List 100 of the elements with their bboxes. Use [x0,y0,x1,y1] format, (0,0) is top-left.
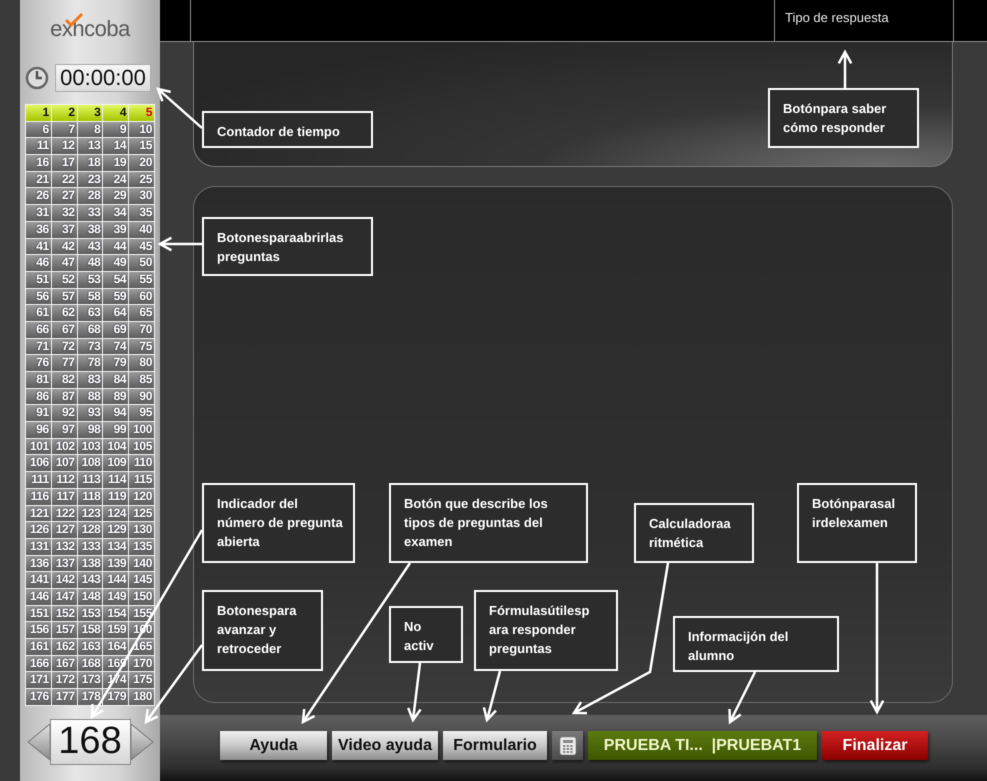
question-button[interactable]: 122 [52,506,77,522]
question-button[interactable]: 91 [26,405,51,422]
question-button[interactable]: 73 [78,338,102,354]
question-button[interactable]: 8 [78,122,102,138]
question-button[interactable]: 54 [103,272,128,288]
question-button[interactable]: 67 [52,322,77,338]
question-button[interactable]: 178 [78,689,102,705]
question-button[interactable]: 84 [103,372,128,388]
question-button[interactable]: 77 [52,355,77,371]
question-button[interactable]: 115 [129,472,154,488]
question-button[interactable]: 25 [129,172,154,188]
question-button[interactable]: 21 [26,172,51,188]
toolbar-button[interactable]: Ayuda [220,731,327,760]
question-button[interactable]: 9 [103,122,128,138]
question-button[interactable]: 148 [78,588,102,605]
question-button[interactable]: 123 [78,506,102,522]
question-button[interactable]: 87 [52,388,77,404]
question-button[interactable]: 35 [129,205,154,221]
question-button[interactable]: 1 [26,105,51,121]
answer-type-button[interactable]: Tipo de respuesta [774,0,954,41]
question-button[interactable]: 96 [26,422,51,438]
calculator-button[interactable] [552,731,583,760]
question-button[interactable]: 93 [78,405,102,422]
question-button[interactable]: 58 [78,288,102,304]
question-button[interactable]: 7 [52,122,77,138]
question-button[interactable]: 88 [78,388,102,404]
question-button[interactable]: 163 [78,639,102,655]
question-button[interactable]: 175 [129,672,154,688]
question-button[interactable]: 180 [129,689,154,705]
question-button[interactable]: 119 [103,488,128,504]
question-button[interactable]: 17 [52,155,77,171]
question-button[interactable]: 136 [26,556,51,572]
question-button[interactable]: 154 [103,606,128,622]
question-button[interactable]: 130 [129,522,154,538]
question-button[interactable]: 22 [52,172,77,188]
question-button[interactable]: 61 [26,305,51,321]
question-button[interactable]: 94 [103,405,128,422]
question-button[interactable]: 109 [103,455,128,472]
question-button[interactable]: 114 [103,472,128,488]
question-button[interactable]: 43 [78,238,102,254]
question-button[interactable]: 26 [26,188,51,204]
question-button[interactable]: 92 [52,405,77,422]
question-button[interactable]: 56 [26,288,51,304]
question-button[interactable]: 112 [52,472,77,488]
question-button[interactable]: 10 [129,122,154,138]
question-button[interactable]: 149 [103,588,128,605]
question-button[interactable]: 158 [78,622,102,638]
question-button[interactable]: 126 [26,522,51,538]
question-button[interactable]: 27 [52,188,77,204]
question-button[interactable]: 173 [78,672,102,688]
question-button[interactable]: 172 [52,672,77,688]
question-button[interactable]: 62 [52,305,77,321]
question-button[interactable]: 48 [78,255,102,271]
question-button[interactable]: 101 [26,438,51,454]
question-button[interactable]: 42 [52,238,77,254]
question-button[interactable]: 33 [78,205,102,221]
question-button[interactable]: 24 [103,172,128,188]
question-button[interactable]: 79 [103,355,128,371]
question-button[interactable]: 117 [52,488,77,504]
question-button[interactable]: 39 [103,222,128,238]
question-button[interactable]: 51 [26,272,51,288]
question-button[interactable]: 104 [103,438,128,454]
question-button[interactable]: 95 [129,405,154,422]
question-button[interactable]: 78 [78,355,102,371]
question-button[interactable]: 153 [78,606,102,622]
question-button[interactable]: 60 [129,288,154,304]
question-button[interactable]: 157 [52,622,77,638]
question-button[interactable]: 28 [78,188,102,204]
question-button[interactable]: 151 [26,606,51,622]
question-button[interactable]: 53 [78,272,102,288]
question-button[interactable]: 6 [26,122,51,138]
question-button[interactable]: 29 [103,188,128,204]
question-button[interactable]: 177 [52,689,77,705]
question-button[interactable]: 179 [103,689,128,705]
question-button[interactable]: 110 [129,455,154,472]
question-button[interactable]: 138 [78,556,102,572]
question-button[interactable]: 176 [26,689,51,705]
question-button[interactable]: 18 [78,155,102,171]
question-button[interactable]: 34 [103,205,128,221]
next-button[interactable] [130,722,154,762]
question-button[interactable]: 89 [103,388,128,404]
question-button[interactable]: 55 [129,272,154,288]
question-button[interactable]: 4 [103,105,128,121]
question-button[interactable]: 71 [26,338,51,354]
question-button[interactable]: 105 [129,438,154,454]
question-button[interactable]: 50 [129,255,154,271]
toolbar-button[interactable]: Formulario [443,731,547,760]
question-button[interactable]: 38 [78,222,102,238]
question-button[interactable]: 86 [26,388,51,404]
question-button[interactable]: 68 [78,322,102,338]
question-button[interactable]: 2 [52,105,77,121]
question-button[interactable]: 70 [129,322,154,338]
question-button[interactable]: 12 [52,138,77,154]
question-button[interactable]: 31 [26,205,51,221]
question-button[interactable]: 76 [26,355,51,371]
question-button[interactable]: 65 [129,305,154,321]
question-button[interactable]: 133 [78,538,102,555]
question-button[interactable]: 150 [129,588,154,605]
question-button[interactable]: 82 [52,372,77,388]
finish-button[interactable]: Finalizar [822,731,928,760]
